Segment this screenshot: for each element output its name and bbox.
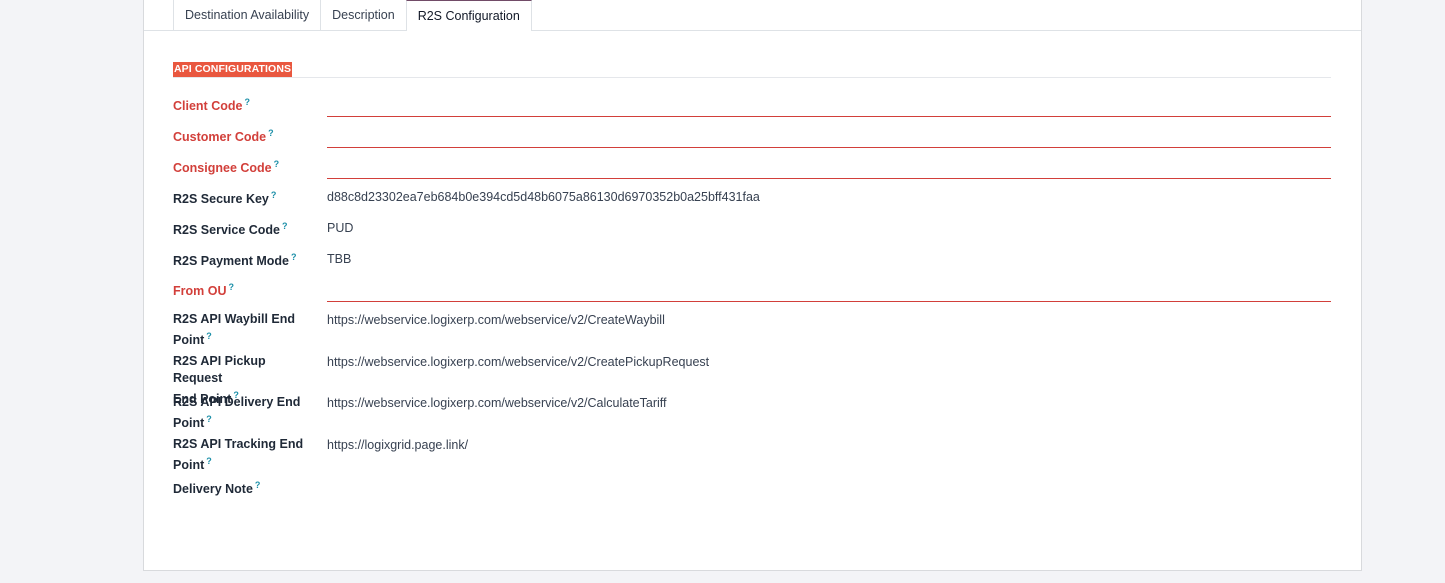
from-ou-label: From OU? <box>173 282 234 299</box>
tab-destination-availability[interactable]: Destination Availability <box>173 0 322 30</box>
service-code-value[interactable]: PUD <box>327 220 1331 237</box>
help-icon[interactable]: ? <box>282 221 288 231</box>
field-row-waybill-endpoint: R2S API Waybill End Point? https://webser… <box>173 311 1331 347</box>
consignee-code-label: Consignee Code? <box>173 159 280 176</box>
client-code-label: Client Code? <box>173 97 250 114</box>
field-row-secure-key: R2S Secure Key? d88c8d23302ea7eb684b0e39… <box>173 187 1331 207</box>
tracking-endpoint-label: R2S API Tracking End Point? <box>173 437 304 473</box>
tab-r2s-configuration[interactable]: R2S Configuration <box>405 0 532 31</box>
help-icon[interactable]: ? <box>271 190 277 200</box>
help-icon[interactable]: ? <box>206 331 212 341</box>
help-icon[interactable]: ? <box>274 159 280 169</box>
delivery-endpoint-label: R2S API Delivery End Point? <box>173 395 301 431</box>
from-ou-input[interactable] <box>327 279 1331 302</box>
delivery-note-label: Delivery Note? <box>173 480 261 497</box>
secure-key-value[interactable]: d88c8d23302ea7eb684b0e394cd5d48b6075a861… <box>327 189 1331 206</box>
help-icon[interactable]: ? <box>228 282 234 292</box>
tab-description[interactable]: Description <box>320 0 407 30</box>
field-row-from-ou: From OU? <box>173 279 1331 303</box>
field-row-service-code: R2S Service Code? PUD <box>173 218 1331 238</box>
field-row-client-code: Client Code? <box>173 94 1331 118</box>
field-row-tracking-endpoint: R2S API Tracking End Point? https://logix… <box>173 436 1331 472</box>
field-row-delivery-endpoint: R2S API Delivery End Point? https://webse… <box>173 394 1331 430</box>
payment-mode-label: R2S Payment Mode? <box>173 252 297 269</box>
waybill-endpoint-value[interactable]: https://webservice.logixerp.com/webservi… <box>327 312 1331 329</box>
secure-key-label: R2S Secure Key? <box>173 190 277 207</box>
tracking-endpoint-value[interactable]: https://logixgrid.page.link/ <box>327 437 1331 454</box>
field-row-customer-code: Customer Code? <box>173 125 1331 149</box>
customer-code-label: Customer Code? <box>173 128 274 145</box>
field-row-consignee-code: Consignee Code? <box>173 156 1331 180</box>
help-icon[interactable]: ? <box>244 97 250 107</box>
help-icon[interactable]: ? <box>206 456 212 466</box>
delivery-note-value[interactable] <box>327 477 1331 494</box>
help-icon[interactable]: ? <box>255 480 261 490</box>
pickup-endpoint-value[interactable]: https://webservice.logixerp.com/webservi… <box>327 354 1331 371</box>
waybill-endpoint-label: R2S API Waybill End Point? <box>173 312 296 348</box>
help-icon[interactable]: ? <box>291 252 297 262</box>
tabs-divider <box>144 30 1361 31</box>
notebook-tabs: Destination Availability Description R2S… <box>173 0 532 31</box>
field-row-delivery-note: Delivery Note? <box>173 477 1331 499</box>
help-icon[interactable]: ? <box>206 414 212 424</box>
section-title: API CONFIGURATIONS <box>173 62 293 77</box>
help-icon[interactable]: ? <box>268 128 274 138</box>
field-row-payment-mode: R2S Payment Mode? TBB <box>173 249 1331 269</box>
section-divider <box>173 77 1331 78</box>
delivery-endpoint-value[interactable]: https://webservice.logixerp.com/webservi… <box>327 395 1331 412</box>
client-code-input[interactable] <box>327 94 1331 117</box>
customer-code-input[interactable] <box>327 125 1331 148</box>
field-row-pickup-endpoint: R2S API Pickup Request End Point? https:/… <box>173 353 1331 406</box>
form-sheet: Destination Availability Description R2S… <box>143 0 1362 571</box>
service-code-label: R2S Service Code? <box>173 221 288 238</box>
payment-mode-value[interactable]: TBB <box>327 251 1331 268</box>
consignee-code-input[interactable] <box>327 156 1331 179</box>
